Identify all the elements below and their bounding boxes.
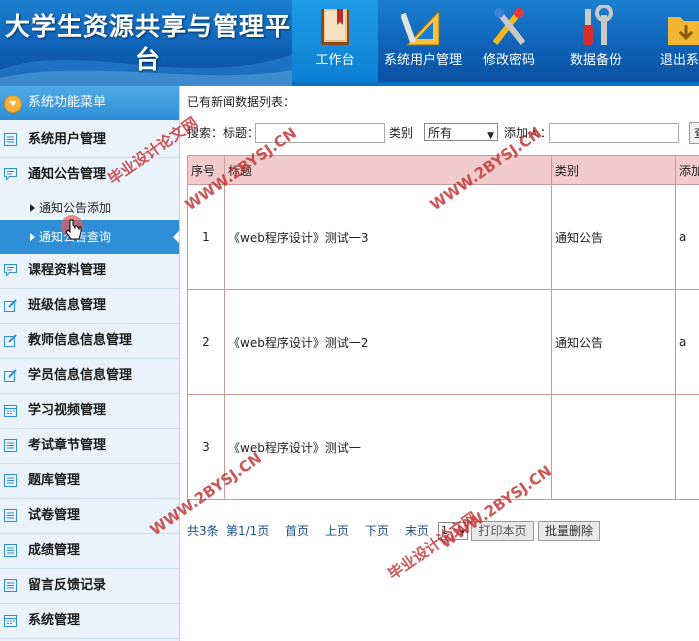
- sidebar-item-label: 留言反馈记录: [28, 578, 107, 593]
- nav-change-password[interactable]: 修改密码: [468, 0, 550, 84]
- list-icon: [4, 544, 17, 557]
- adder-search-input[interactable]: [549, 123, 679, 143]
- sidebar-item-label: 班级信息管理: [28, 298, 107, 313]
- sidebar-item-question-bank[interactable]: 题库管理: [0, 464, 179, 499]
- app-title: 大学生资源共享与管理平台: [4, 12, 291, 74]
- cell-adder: a: [675, 289, 699, 395]
- book-icon: [321, 9, 349, 45]
- sidebar-item-score[interactable]: 成绩管理: [0, 534, 179, 569]
- category-label: 类别: [389, 126, 414, 140]
- cell-category: 通知公告: [551, 184, 676, 290]
- sidebar-title-label: 系统功能菜单: [28, 95, 107, 110]
- nav-label: 修改密码: [482, 53, 535, 68]
- search-button[interactable]: 查: [689, 122, 699, 144]
- edit-icon: [4, 334, 17, 347]
- sidebar-item-label: 学员信息信息管理: [28, 368, 133, 383]
- list-icon: [4, 133, 17, 146]
- list-icon: [4, 509, 17, 522]
- sidebar-item-label: 考试章节管理: [28, 438, 107, 453]
- page-info: 第1/1页: [226, 524, 270, 538]
- cell-adder: a: [675, 184, 699, 290]
- sidebar-item-feedback[interactable]: 留言反馈记录: [0, 569, 179, 604]
- sidebar-item-label: 教师信息信息管理: [28, 333, 133, 348]
- total-count: 共3条: [187, 524, 219, 538]
- category-select[interactable]: 所有 ▼: [424, 123, 498, 141]
- batch-delete-button[interactable]: 批量删除: [538, 521, 600, 541]
- sidebar-item-teacher[interactable]: 教师信息信息管理: [0, 324, 179, 359]
- nav-label: 工作台: [315, 53, 355, 68]
- cell-category: [551, 394, 676, 500]
- column-header-category: 类别: [551, 155, 676, 185]
- sidebar-item-label: 学习视频管理: [28, 403, 107, 418]
- sidebar-title[interactable]: 系统功能菜单: [0, 86, 179, 120]
- category-select-value: 所有: [428, 126, 453, 140]
- message-icon: [4, 264, 17, 277]
- cell-category: 通知公告: [551, 289, 676, 395]
- folder-exit-icon: [668, 17, 699, 45]
- message-icon: [4, 168, 17, 181]
- nav-label: 退出系统: [659, 53, 699, 68]
- next-page-link[interactable]: 下页: [365, 520, 389, 542]
- drafting-ruler-icon: [401, 9, 440, 46]
- sidebar-item-label: 系统用户管理: [28, 132, 107, 147]
- sidebar-item-label: 系统管理: [28, 613, 81, 628]
- cell-title: 《web程序设计》测试一2: [224, 289, 552, 395]
- main-content: 已有新闻数据列表： 搜索：标题： 类别 所有 ▼ 添加人： 查 序号 标题 类别…: [180, 86, 699, 641]
- header: 大学生资源共享与管理平台 工作台 系统用户管理 修改密码 数据备份 退出系: [0, 0, 699, 86]
- sidebar-item-label: 通知公告管理: [28, 167, 107, 182]
- cell-title: 《web程序设计》测试一3: [224, 184, 552, 290]
- nav-workbench[interactable]: 工作台: [292, 0, 378, 84]
- sidebar-item-student[interactable]: 学员信息信息管理: [0, 359, 179, 394]
- mouse-cursor-hand-icon: [61, 215, 83, 240]
- first-page-link[interactable]: 首页: [285, 520, 309, 542]
- table-row[interactable]: 2 《web程序设计》测试一2 通知公告 a: [187, 289, 699, 395]
- prev-page-link[interactable]: 上页: [325, 520, 349, 542]
- sidebar-item-label: 课程资料管理: [28, 263, 107, 278]
- edit-icon: [4, 299, 17, 312]
- chevron-down-icon: ▼: [487, 131, 494, 141]
- sidebar-item-label: 试卷管理: [28, 508, 81, 523]
- calendar-icon: [4, 615, 17, 627]
- nav-logout[interactable]: 退出系统: [643, 0, 699, 84]
- caret-right-icon: [30, 204, 35, 212]
- edit-icon: [4, 369, 17, 382]
- sidebar-item-label: 成绩管理: [28, 543, 81, 558]
- screwdriver-wrench-icon: [583, 5, 613, 45]
- nav-data-backup[interactable]: 数据备份: [553, 0, 639, 84]
- nav-label: 系统用户管理: [383, 53, 462, 68]
- sidebar: 系统功能菜单 系统用户管理 通知公告管理 通知公告添加 通知公告查询 课程资料管…: [0, 86, 180, 641]
- calendar-icon: [4, 405, 17, 417]
- sidebar-item-chapter[interactable]: 考试章节管理: [0, 429, 179, 464]
- tools-icon: [492, 8, 526, 45]
- chevron-down-icon: [4, 95, 22, 113]
- nav-system-users[interactable]: 系统用户管理: [379, 0, 467, 84]
- list-caption: 已有新闻数据列表：: [187, 95, 296, 109]
- sidebar-item-class[interactable]: 班级信息管理: [0, 289, 179, 324]
- cell-adder: [675, 394, 699, 500]
- list-icon: [4, 579, 17, 592]
- sidebar-item-video[interactable]: 学习视频管理: [0, 394, 179, 429]
- cell-title: 《web程序设计》测试一: [224, 394, 552, 500]
- list-icon: [4, 439, 17, 452]
- list-icon: [4, 474, 17, 487]
- nav-label: 数据备份: [569, 53, 622, 68]
- sidebar-item-label: 题库管理: [28, 473, 81, 488]
- sidebar-item-system[interactable]: 系统管理: [0, 604, 179, 639]
- table-row[interactable]: 3 《web程序设计》测试一: [187, 394, 699, 500]
- sidebar-item-course[interactable]: 课程资料管理: [0, 254, 179, 289]
- column-header-adder: 添加: [675, 155, 699, 185]
- cell-no: 2: [187, 289, 225, 395]
- caret-right-icon: [30, 233, 35, 241]
